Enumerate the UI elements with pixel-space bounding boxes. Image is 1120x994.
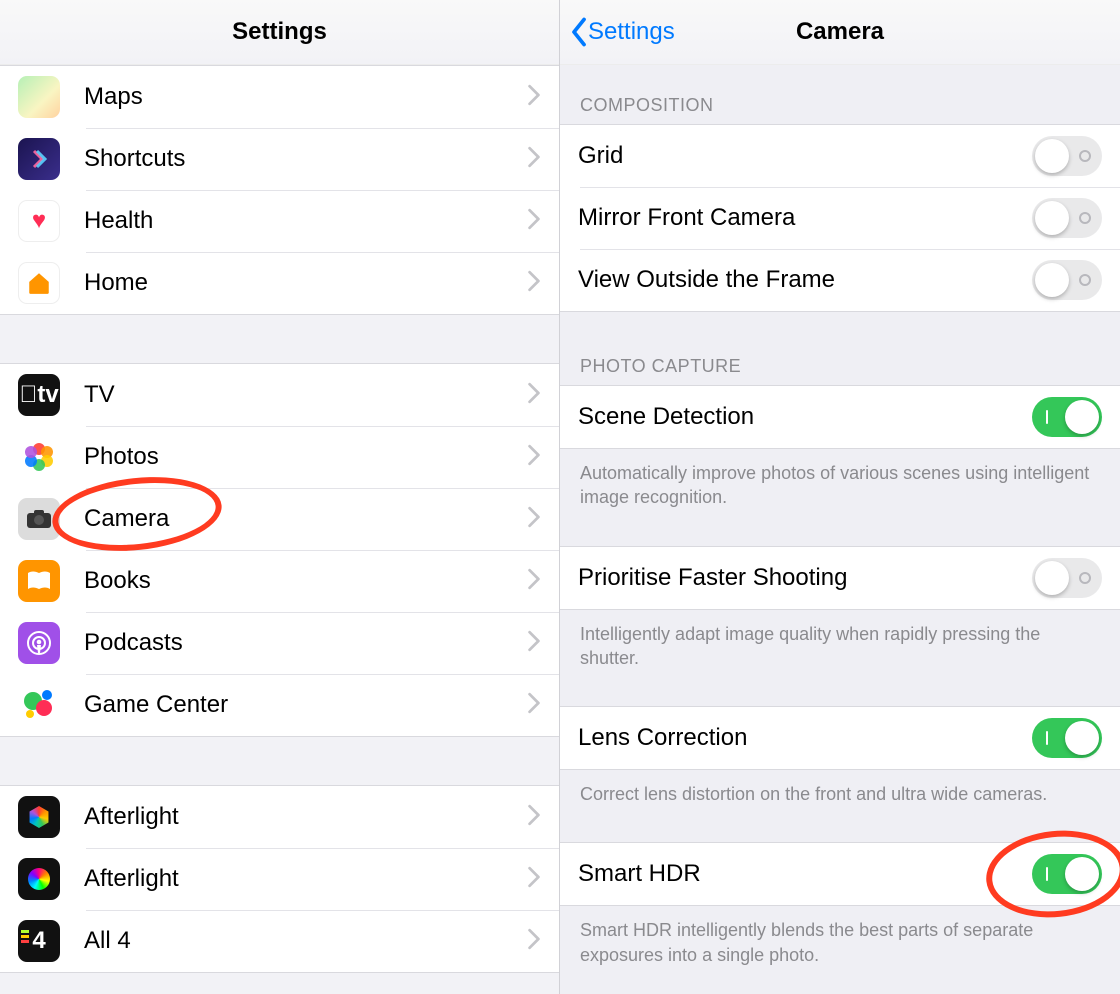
- chevron-right-icon: [527, 270, 541, 297]
- row-smart-hdr[interactable]: Smart HDR: [560, 843, 1120, 905]
- scene-detection-group: Scene Detection: [560, 385, 1120, 449]
- settings-row-camera[interactable]: Camera: [0, 488, 559, 550]
- settings-row-books[interactable]: Books: [0, 550, 559, 612]
- chevron-right-icon: [527, 866, 541, 893]
- afterlight-icon: [18, 796, 60, 838]
- settings-row-photos[interactable]: Photos: [0, 426, 559, 488]
- settings-row-afterlight2[interactable]: Afterlight: [0, 848, 559, 910]
- camera-navbar: Settings Camera: [560, 0, 1120, 65]
- row-label: Mirror Front Camera: [578, 204, 1032, 232]
- books-icon: [18, 560, 60, 602]
- chevron-right-icon: [527, 630, 541, 657]
- section-header-photo-capture: PHOTO CAPTURE: [560, 312, 1120, 385]
- camera-title: Camera: [796, 18, 884, 46]
- row-view-outside-frame[interactable]: View Outside the Frame: [560, 249, 1120, 311]
- row-mirror-front-camera[interactable]: Mirror Front Camera: [560, 187, 1120, 249]
- row-label: Shortcuts: [84, 145, 527, 173]
- settings-row-podcasts[interactable]: Podcasts: [0, 612, 559, 674]
- chevron-right-icon: [527, 146, 541, 173]
- settings-row-maps[interactable]: Maps: [0, 66, 559, 128]
- chevron-right-icon: [527, 928, 541, 955]
- row-label: Lens Correction: [578, 724, 1032, 752]
- camera-icon: [18, 498, 60, 540]
- row-label: TV: [84, 381, 527, 409]
- row-label: Smart HDR: [578, 860, 1032, 888]
- back-button[interactable]: Settings: [570, 0, 675, 64]
- settings-group-2: tv TV Photos Camera Books Podcasts Game…: [0, 363, 559, 737]
- smart-hdr-group: Smart HDR: [560, 842, 1120, 906]
- settings-row-all4[interactable]: 4 All 4: [0, 910, 559, 972]
- settings-row-tv[interactable]: tv TV: [0, 364, 559, 426]
- home-icon: [18, 262, 60, 304]
- maps-icon: [18, 76, 60, 118]
- lens-correction-group: Lens Correction: [560, 706, 1120, 770]
- composition-group: Grid Mirror Front Camera View Outside th…: [560, 124, 1120, 312]
- row-label: Camera: [84, 505, 527, 533]
- toggle-view-outside-frame[interactable]: [1032, 260, 1102, 300]
- afterlight2-icon: [18, 858, 60, 900]
- row-scene-detection[interactable]: Scene Detection: [560, 386, 1120, 448]
- row-lens-correction[interactable]: Lens Correction: [560, 707, 1120, 769]
- chevron-right-icon: [527, 208, 541, 235]
- chevron-right-icon: [527, 804, 541, 831]
- tv-icon: tv: [18, 374, 60, 416]
- settings-row-home[interactable]: Home: [0, 252, 559, 314]
- footer-lens-correction: Correct lens distortion on the front and…: [560, 770, 1120, 824]
- footer-smart-hdr: Smart HDR intelligently blends the best …: [560, 906, 1120, 985]
- row-label: Home: [84, 269, 527, 297]
- toggle-lens-correction[interactable]: [1032, 718, 1102, 758]
- row-label: View Outside the Frame: [578, 266, 1032, 294]
- shortcuts-icon: [18, 138, 60, 180]
- footer-faster-shooting: Intelligently adapt image quality when r…: [560, 610, 1120, 689]
- settings-group-3: Afterlight Afterlight 4 All 4: [0, 785, 559, 973]
- settings-row-afterlight[interactable]: Afterlight: [0, 786, 559, 848]
- settings-row-health[interactable]: ♥ Health: [0, 190, 559, 252]
- chevron-right-icon: [527, 692, 541, 719]
- gamecenter-icon: [18, 684, 60, 726]
- toggle-smart-hdr[interactable]: [1032, 854, 1102, 894]
- chevron-right-icon: [527, 382, 541, 409]
- row-label: Podcasts: [84, 629, 527, 657]
- row-label: Afterlight: [84, 803, 527, 831]
- row-label: Afterlight: [84, 865, 527, 893]
- row-label: Photos: [84, 443, 527, 471]
- toggle-prioritise-faster-shooting[interactable]: [1032, 558, 1102, 598]
- row-label: Health: [84, 207, 527, 235]
- chevron-right-icon: [527, 84, 541, 111]
- chevron-right-icon: [527, 444, 541, 471]
- settings-list-pane: Settings Maps Shortcuts ♥ Health Home t…: [0, 0, 560, 994]
- row-grid[interactable]: Grid: [560, 125, 1120, 187]
- faster-shooting-group: Prioritise Faster Shooting: [560, 546, 1120, 610]
- row-label: Grid: [578, 142, 1032, 170]
- row-prioritise-faster-shooting[interactable]: Prioritise Faster Shooting: [560, 547, 1120, 609]
- photos-icon: [18, 436, 60, 478]
- chevron-right-icon: [527, 506, 541, 533]
- chevron-right-icon: [527, 568, 541, 595]
- settings-navbar: Settings: [0, 0, 559, 65]
- health-icon: ♥: [18, 200, 60, 242]
- group-separator: [0, 315, 559, 363]
- settings-title: Settings: [232, 18, 327, 46]
- settings-group-1: Maps Shortcuts ♥ Health Home: [0, 65, 559, 315]
- row-label: Maps: [84, 83, 527, 111]
- toggle-grid[interactable]: [1032, 136, 1102, 176]
- all4-icon: 4: [18, 920, 60, 962]
- toggle-scene-detection[interactable]: [1032, 397, 1102, 437]
- group-separator: [0, 737, 559, 785]
- row-label: Prioritise Faster Shooting: [578, 564, 1032, 592]
- row-label: Books: [84, 567, 527, 595]
- podcasts-icon: [18, 622, 60, 664]
- row-label: Game Center: [84, 691, 527, 719]
- settings-row-shortcuts[interactable]: Shortcuts: [0, 128, 559, 190]
- row-label: Scene Detection: [578, 403, 1032, 431]
- chevron-left-icon: [570, 17, 588, 47]
- back-label: Settings: [588, 18, 675, 46]
- settings-row-gamecenter[interactable]: Game Center: [0, 674, 559, 736]
- toggle-mirror-front-camera[interactable]: [1032, 198, 1102, 238]
- row-label: All 4: [84, 927, 527, 955]
- camera-settings-pane: Settings Camera COMPOSITION Grid Mirror …: [560, 0, 1120, 994]
- footer-scene-detection: Automatically improve photos of various …: [560, 449, 1120, 528]
- section-header-composition: COMPOSITION: [560, 65, 1120, 124]
